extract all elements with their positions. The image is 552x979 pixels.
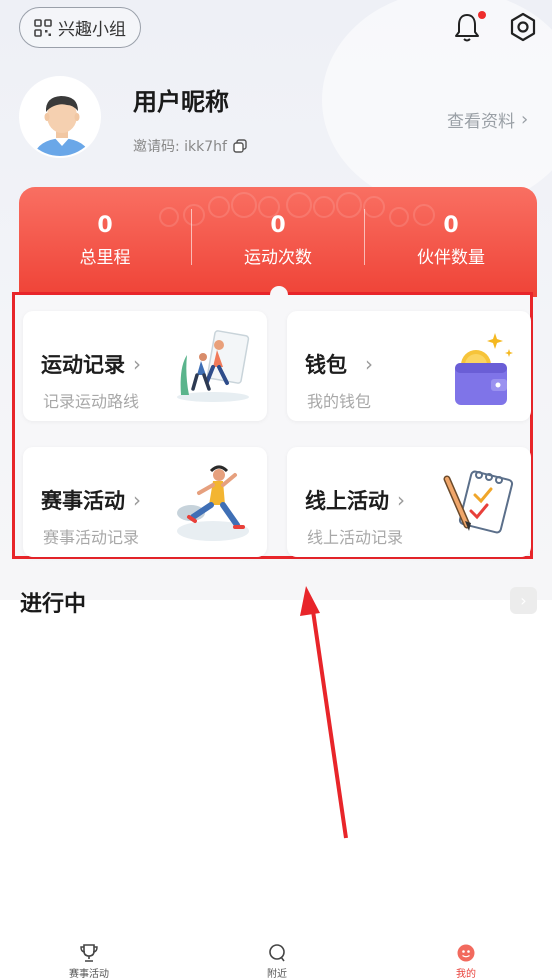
card-title: 运动记录 › xyxy=(41,349,141,379)
bottom-tab-bar: 赛事活动 附近 我的 xyxy=(0,935,552,979)
view-profile-link[interactable]: 查看资料 › xyxy=(447,107,528,132)
wallet-illustration-icon xyxy=(455,333,513,405)
trophy-icon xyxy=(80,944,98,962)
tab-events[interactable]: 赛事活动 xyxy=(49,943,129,979)
interest-group-label: 兴趣小组 xyxy=(58,20,126,40)
card-subtitle: 赛事活动记录 xyxy=(43,528,140,547)
card-title: 钱包 › xyxy=(305,349,373,379)
chevron-right-icon: › xyxy=(133,352,141,376)
settings-icon[interactable] xyxy=(508,12,538,42)
tab-mine[interactable]: 我的 xyxy=(426,943,506,979)
card-subtitle: 我的钱包 xyxy=(307,392,372,411)
nickname: 用户昵称 xyxy=(133,88,229,116)
stat-exercise-count: 0 运动次数 xyxy=(192,213,364,268)
chevron-right-icon: › xyxy=(520,591,527,610)
checklist-illustration-icon xyxy=(443,470,514,534)
chevron-right-icon: › xyxy=(365,352,373,376)
card-title-text: 钱包 xyxy=(305,353,347,377)
ongoing-more-button[interactable]: › xyxy=(510,587,537,614)
notification-dot xyxy=(478,11,486,19)
chevron-right-icon: › xyxy=(521,109,529,130)
tab-label: 我的 xyxy=(456,969,476,979)
card-exercise-record[interactable]: 运动记录 › 记录运动路线 xyxy=(23,311,267,421)
chevron-right-icon: › xyxy=(133,488,141,512)
avatar[interactable] xyxy=(19,76,101,158)
card-title-text: 赛事活动 xyxy=(41,489,125,513)
interest-group-button[interactable]: 兴趣小组 xyxy=(19,7,141,48)
invite-code-row: 邀请码: ikk7hf xyxy=(133,136,247,156)
card-title-text: 线上活动 xyxy=(305,489,389,513)
card-online-events[interactable]: 线上活动 › 线上活动记录 xyxy=(287,447,531,557)
card-title: 线上活动 › xyxy=(305,485,405,515)
stat-total-distance: 0 总里程 xyxy=(19,213,191,268)
stat-value: 0 xyxy=(270,213,286,238)
stat-value: 0 xyxy=(97,213,113,238)
copy-icon[interactable] xyxy=(233,139,247,153)
stat-partner-count: 0 伙伴数量 xyxy=(365,213,537,268)
stat-label: 运动次数 xyxy=(244,248,312,268)
feature-panel: 运动记录 › 记录运动路线 钱包 › 我的钱包 赛事活动 › 赛事活动记录 线上… xyxy=(12,292,533,559)
tab-label: 赛事活动 xyxy=(69,969,109,979)
stat-value: 0 xyxy=(443,213,459,238)
chevron-right-icon: › xyxy=(397,488,405,512)
nearby-icon xyxy=(269,944,285,962)
view-profile-label: 查看资料 xyxy=(447,112,515,132)
card-title-text: 运动记录 xyxy=(41,353,125,377)
profile-icon xyxy=(457,944,475,962)
runner-illustration-icon xyxy=(177,465,249,541)
card-events[interactable]: 赛事活动 › 赛事活动记录 xyxy=(23,447,267,557)
card-wallet[interactable]: 钱包 › 我的钱包 xyxy=(287,311,531,421)
card-title: 赛事活动 › xyxy=(41,485,141,515)
card-subtitle: 记录运动路线 xyxy=(43,392,140,411)
qr-icon xyxy=(34,18,52,37)
stat-label: 总里程 xyxy=(79,248,131,268)
ongoing-section-title: 进行中 xyxy=(20,592,87,617)
tab-nearby[interactable]: 附近 xyxy=(237,943,317,979)
stats-banner: 0 总里程 0 运动次数 0 伙伴数量 xyxy=(19,187,537,297)
stat-label: 伙伴数量 xyxy=(417,248,485,268)
runners-illustration-icon xyxy=(177,330,250,402)
invite-code: 邀请码: ikk7hf xyxy=(133,139,227,155)
tab-label: 附近 xyxy=(267,969,287,979)
card-subtitle: 线上活动记录 xyxy=(307,528,404,547)
